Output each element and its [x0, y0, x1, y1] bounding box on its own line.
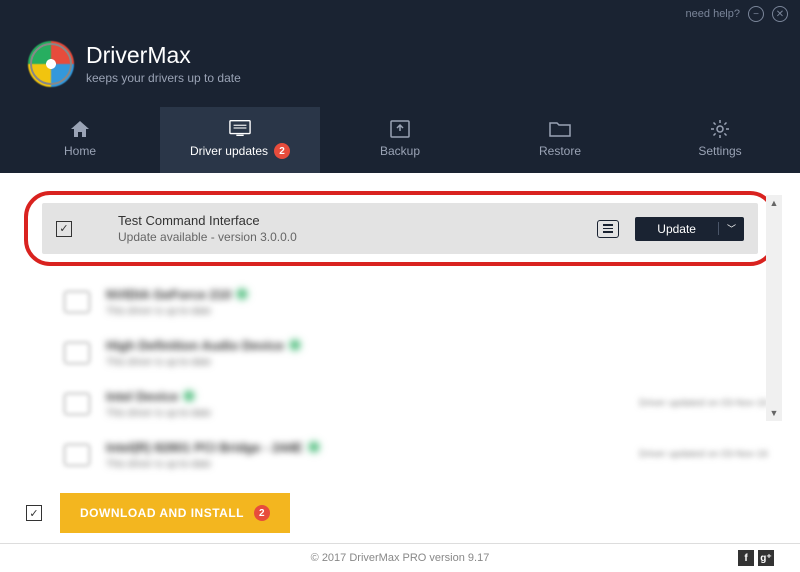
status-dot-icon — [184, 391, 194, 401]
download-install-button[interactable]: DOWNLOAD AND INSTALL 2 — [60, 493, 290, 533]
driver-name: Intel(R) 82801 PCI Bridge - 244E — [106, 440, 303, 455]
device-icon — [64, 342, 90, 364]
folder-icon — [549, 120, 571, 138]
gear-icon — [709, 120, 731, 138]
driver-name: NVIDIA GeForce 210 — [106, 287, 231, 302]
driver-status: This driver is up-to-date — [106, 408, 623, 419]
app-header: DriverMax keeps your drivers up to date — [0, 28, 800, 107]
tab-label: Backup — [380, 144, 420, 158]
driver-status: This driver is up-to-date — [106, 357, 752, 368]
scroll-down-icon[interactable]: ▼ — [766, 405, 782, 421]
driver-status: This driver is up-to-date — [106, 459, 623, 470]
app-logo-icon — [30, 43, 72, 85]
driver-name: Test Command Interface — [118, 213, 581, 228]
help-link[interactable]: need help? — [686, 8, 740, 20]
driver-checkbox[interactable]: ✓ — [56, 221, 72, 237]
tab-label: Driver updates — [190, 144, 268, 158]
driver-row[interactable]: Intel(R) 82801 PCI Bridge - 244E This dr… — [18, 429, 782, 480]
device-icon — [64, 393, 90, 415]
scrollbar[interactable]: ▲ ▼ — [766, 195, 782, 421]
app-tagline: keeps your drivers up to date — [86, 71, 241, 85]
app-title: DriverMax — [86, 42, 241, 69]
driver-updated-date: Driver updated on 03-Nov-16 — [639, 398, 768, 409]
scroll-up-icon[interactable]: ▲ — [766, 195, 782, 211]
action-bar: ✓ DOWNLOAD AND INSTALL 2 — [0, 483, 800, 543]
driver-status: This driver is up-to-date — [106, 306, 752, 317]
highlighted-row: ✓ Test Command Interface Update availabl… — [24, 191, 776, 266]
download-badge: 2 — [254, 505, 270, 521]
tab-driver-updates[interactable]: Driver updates 2 — [160, 107, 320, 173]
tab-restore[interactable]: Restore — [480, 107, 640, 173]
driver-row[interactable]: NVIDIA GeForce 210 This driver is up-to-… — [18, 276, 782, 327]
driver-name: Intel Device — [106, 389, 178, 404]
backup-icon — [389, 120, 411, 138]
device-icon — [64, 291, 90, 313]
tab-label: Settings — [698, 144, 741, 158]
tab-home[interactable]: Home — [0, 107, 160, 173]
home-icon — [69, 120, 91, 138]
tab-label: Restore — [539, 144, 581, 158]
driver-name: High Definition Audio Device — [106, 338, 284, 353]
copyright: © 2017 DriverMax PRO version 9.17 — [311, 552, 490, 564]
titlebar: need help? − ✕ — [0, 0, 800, 28]
tab-backup[interactable]: Backup — [320, 107, 480, 173]
monitor-icon — [229, 119, 251, 137]
status-dot-icon — [290, 340, 300, 350]
chevron-down-icon[interactable]: ﹀ — [718, 222, 744, 235]
driver-row[interactable]: High Definition Audio Device This driver… — [18, 327, 782, 378]
close-button[interactable]: ✕ — [772, 6, 788, 22]
select-all-checkbox[interactable]: ✓ — [26, 505, 42, 521]
tab-label: Home — [64, 144, 96, 158]
driver-row-selected[interactable]: ✓ Test Command Interface Update availabl… — [42, 203, 758, 254]
tab-settings[interactable]: Settings — [640, 107, 800, 173]
download-label: DOWNLOAD AND INSTALL — [80, 506, 244, 520]
main-tabs: Home Driver updates 2 Backup Restore Set… — [0, 107, 800, 173]
driver-updated-date: Driver updated on 03-Nov-16 — [639, 449, 768, 460]
googleplus-icon[interactable]: g⁺ — [758, 550, 774, 566]
updates-badge: 2 — [274, 143, 290, 159]
driver-list-panel: ✓ Test Command Interface Update availabl… — [0, 173, 800, 483]
status-dot-icon — [309, 442, 319, 452]
update-button[interactable]: Update ﹀ — [635, 217, 744, 241]
footer: © 2017 DriverMax PRO version 9.17 f g⁺ — [0, 543, 800, 572]
driver-row[interactable]: Intel Device This driver is up-to-date D… — [18, 378, 782, 429]
social-links: f g⁺ — [738, 550, 774, 566]
details-icon[interactable] — [597, 220, 619, 238]
status-dot-icon — [237, 289, 247, 299]
update-label: Update — [635, 222, 718, 236]
minimize-button[interactable]: − — [748, 6, 764, 22]
driver-status: Update available - version 3.0.0.0 — [118, 230, 581, 244]
facebook-icon[interactable]: f — [738, 550, 754, 566]
device-icon — [64, 444, 90, 466]
